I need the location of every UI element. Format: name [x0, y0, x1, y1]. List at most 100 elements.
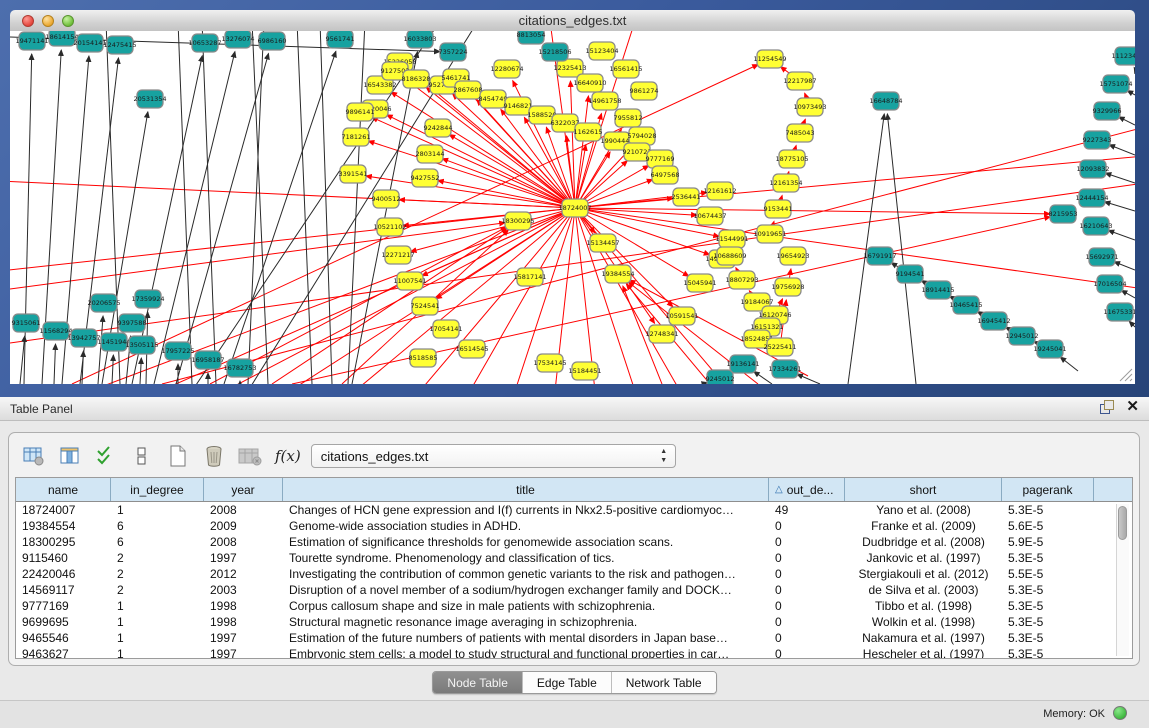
network-node[interactable]: 16514545: [455, 340, 488, 358]
cell-pagerank[interactable]: 5.3E-5: [1002, 631, 1094, 645]
cell-short[interactable]: Nakamura et al. (1997): [845, 631, 1002, 645]
network-node[interactable]: 10653287: [188, 34, 221, 52]
table-row[interactable]: 1830029562008Estimation of significance …: [16, 534, 1132, 550]
network-node[interactable]: 17054141: [429, 320, 462, 338]
cell-pagerank[interactable]: 5.3E-5: [1002, 615, 1094, 629]
network-node[interactable]: 8215953: [1049, 205, 1078, 223]
cell-short[interactable]: Stergiakouli et al. (2012): [845, 567, 1002, 581]
network-node[interactable]: 11123415: [1111, 47, 1135, 65]
cell-year[interactable]: 1998: [204, 615, 283, 629]
cell-out_degree[interactable]: 0: [769, 615, 845, 629]
cell-name[interactable]: 9777169: [16, 599, 111, 613]
cell-title[interactable]: Tourette syndrome. Phenomenology and cla…: [283, 551, 769, 565]
network-node[interactable]: 12444154: [1075, 189, 1108, 207]
resize-grip[interactable]: [1120, 369, 1132, 381]
cell-short[interactable]: Yano et al. (2008): [845, 503, 1002, 517]
cell-in_degree[interactable]: 1: [111, 615, 204, 629]
network-node[interactable]: 2803144: [416, 145, 445, 163]
cell-year[interactable]: 2008: [204, 535, 283, 549]
function-builder-icon[interactable]: f(x): [275, 447, 301, 465]
network-node[interactable]: 15123404: [585, 42, 618, 60]
table-selector-dropdown[interactable]: citations_edges.txt ▲▼: [311, 444, 676, 468]
cell-name[interactable]: 18300295: [16, 535, 111, 549]
network-node[interactable]: 13276074: [221, 31, 254, 48]
tab-node-table[interactable]: Node Table: [433, 672, 523, 693]
network-node[interactable]: 9896141: [346, 103, 375, 121]
column-header-in_degree[interactable]: in_degree: [111, 478, 204, 501]
cell-year[interactable]: 1997: [204, 647, 283, 659]
cell-year[interactable]: 2012: [204, 567, 283, 581]
cell-short[interactable]: Dudbridge et al. (2008): [845, 535, 1002, 549]
network-node[interactable]: 19245041: [1033, 340, 1066, 358]
table-row[interactable]: 946554611997Estimation of the future num…: [16, 630, 1132, 646]
network-node[interactable]: 13942757: [67, 329, 100, 347]
cell-name[interactable]: 19384554: [16, 519, 111, 533]
table-header-row[interactable]: namein_degreeyeartitle△out_de...shortpag…: [16, 478, 1132, 502]
cell-year[interactable]: 1997: [204, 551, 283, 565]
cell-title[interactable]: Corpus callosum shape and size in male p…: [283, 599, 769, 613]
cell-pagerank[interactable]: 5.9E-5: [1002, 535, 1094, 549]
network-node[interactable]: 9245012: [706, 370, 735, 384]
network-node[interactable]: 19384554: [601, 265, 634, 283]
row-height-icon[interactable]: [127, 443, 157, 469]
cell-out_degree[interactable]: 0: [769, 551, 845, 565]
vertical-scrollbar[interactable]: [1116, 504, 1129, 656]
network-node[interactable]: 7955812: [614, 109, 643, 127]
table-row[interactable]: 1872400712008Changes of HCN gene express…: [16, 502, 1132, 518]
cell-year[interactable]: 2008: [204, 503, 283, 517]
network-node[interactable]: 10973493: [793, 98, 826, 116]
network-node[interactable]: 15218506: [538, 43, 571, 61]
cell-title[interactable]: Changes of HCN gene expression and I(f) …: [283, 503, 769, 517]
network-node[interactable]: 11007541: [393, 272, 426, 290]
network-node[interactable]: 20154141: [73, 34, 106, 52]
cell-name[interactable]: 9115460: [16, 551, 111, 565]
network-node[interactable]: 15817141: [513, 268, 546, 286]
cell-short[interactable]: Wolkin et al. (1998): [845, 615, 1002, 629]
cell-pagerank[interactable]: 5.6E-5: [1002, 519, 1094, 533]
network-node[interactable]: 14961758: [588, 92, 621, 110]
network-node[interactable]: 18914415: [921, 281, 954, 299]
cell-pagerank[interactable]: 5.3E-5: [1002, 503, 1094, 517]
delete-table-icon[interactable]: [199, 443, 229, 469]
cell-title[interactable]: Investigating the contribution of common…: [283, 567, 769, 581]
cell-short[interactable]: Franke et al. (2009): [845, 519, 1002, 533]
network-node[interactable]: 8186328: [402, 70, 431, 88]
column-header-title[interactable]: title: [283, 478, 769, 501]
cell-title[interactable]: Structural magnetic resonance image aver…: [283, 615, 769, 629]
cell-pagerank[interactable]: 5.3E-5: [1002, 647, 1094, 659]
cell-out_degree[interactable]: 0: [769, 567, 845, 581]
table-row[interactable]: 1938455462009Genome-wide association stu…: [16, 518, 1132, 534]
network-node[interactable]: 17534145: [533, 354, 566, 372]
cell-name[interactable]: 22420046: [16, 567, 111, 581]
network-node[interactable]: 9561741: [326, 31, 355, 48]
cell-out_degree[interactable]: 0: [769, 647, 845, 659]
cell-out_degree[interactable]: 0: [769, 535, 845, 549]
cell-name[interactable]: 14569117: [16, 583, 111, 597]
show-columns-icon[interactable]: [55, 443, 85, 469]
network-node[interactable]: 9329966: [1093, 102, 1122, 120]
cell-short[interactable]: Hescheler et al. (1997): [845, 647, 1002, 659]
network-node[interactable]: 10465415: [949, 296, 982, 314]
cell-out_degree[interactable]: 0: [769, 519, 845, 533]
network-node[interactable]: 1162615: [574, 123, 603, 141]
cell-in_degree[interactable]: 2: [111, 567, 204, 581]
network-node[interactable]: 7181261: [342, 128, 371, 146]
cell-in_degree[interactable]: 1: [111, 631, 204, 645]
tab-network-table[interactable]: Network Table: [612, 672, 716, 693]
network-node[interactable]: 16640910: [573, 74, 606, 92]
cell-in_degree[interactable]: 1: [111, 503, 204, 517]
cell-title[interactable]: Estimation of significance thresholds fo…: [283, 535, 769, 549]
table-row[interactable]: 2242004622012Investigating the contribut…: [16, 566, 1132, 582]
network-node[interactable]: 17359924: [131, 290, 164, 308]
network-node[interactable]: 16945412: [977, 312, 1010, 330]
table-row[interactable]: 1456911722003Disruption of a novel membe…: [16, 582, 1132, 598]
network-node[interactable]: 19756928: [771, 278, 804, 296]
network-node[interactable]: 11254549: [753, 50, 786, 68]
network-node[interactable]: 9153441: [764, 200, 793, 218]
network-node[interactable]: 10919651: [753, 225, 786, 243]
network-node[interactable]: 16210643: [1079, 217, 1112, 235]
network-node[interactable]: 16958187: [191, 351, 224, 369]
network-node[interactable]: 16782753: [223, 359, 256, 377]
network-node[interactable]: 12280674: [490, 60, 523, 78]
column-header-name[interactable]: name: [16, 478, 111, 501]
